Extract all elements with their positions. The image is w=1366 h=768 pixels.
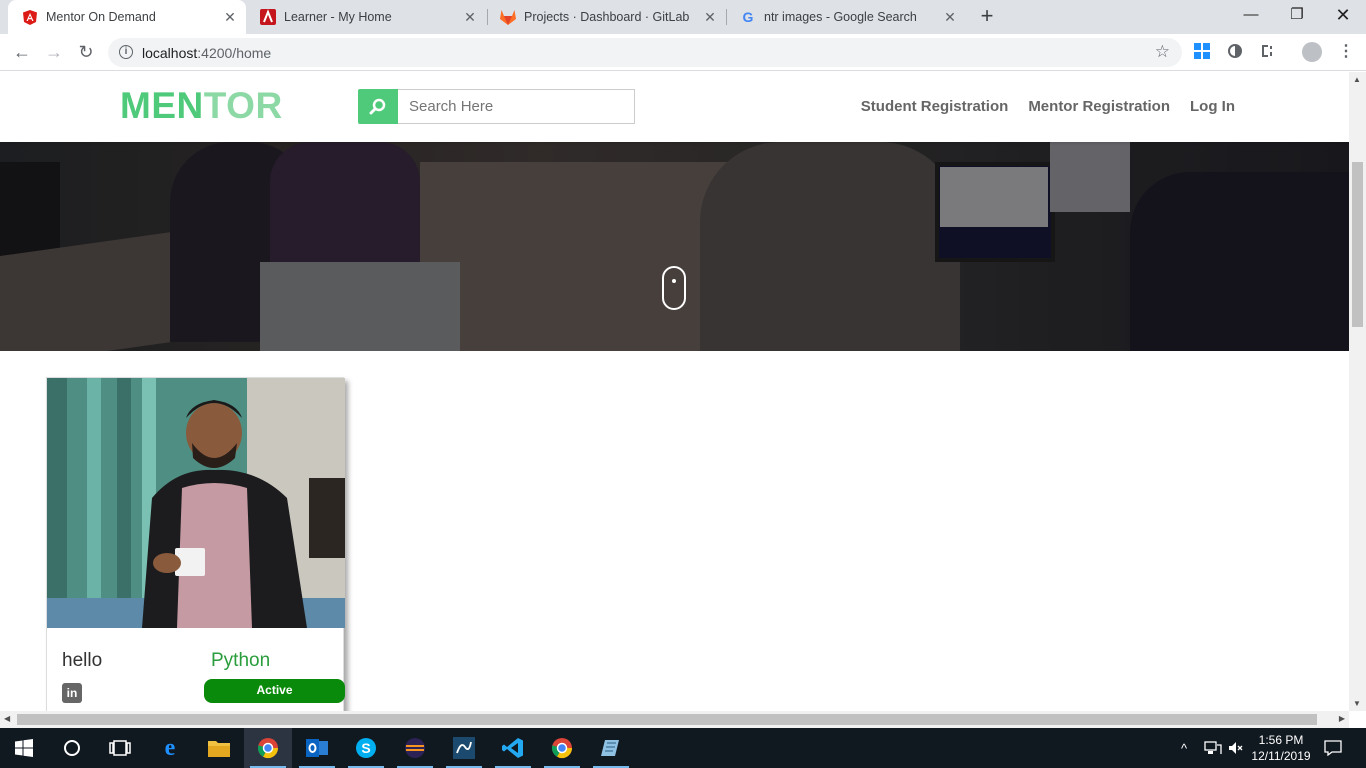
file-explorer-icon[interactable] (195, 728, 243, 768)
google-icon: G (742, 9, 754, 25)
horizontal-scrollbar[interactable]: ◀ ▶ (0, 711, 1349, 728)
notifications-icon[interactable] (1324, 728, 1342, 768)
profile-avatar-icon[interactable] (1302, 42, 1322, 62)
windows-extension-icon[interactable] (1194, 43, 1212, 61)
volume-muted-icon[interactable] (1228, 728, 1244, 768)
bookmark-star-icon[interactable]: ☆ (1155, 42, 1170, 62)
vertical-scrollbar[interactable]: ▲ ▼ (1349, 72, 1366, 711)
acrobat-icon (260, 9, 276, 25)
nav-login[interactable]: Log In (1190, 98, 1235, 115)
mentor-card[interactable]: hello Python in Active (46, 377, 345, 711)
search-icon (369, 98, 386, 114)
nav-mentor-registration[interactable]: Mentor Registration (1028, 98, 1170, 115)
restore-button[interactable]: ❐ (1274, 0, 1320, 30)
tab-gitlab-projects[interactable]: Projects · Dashboard · GitLab ✕ (486, 0, 726, 34)
windows-taskbar: e S ^ 1:56 PM 12/11/2019 (0, 728, 1366, 768)
site-navbar: MENTOR Student Registration Mentor Regis… (0, 72, 1349, 142)
vertical-scroll-thumb[interactable] (1352, 162, 1363, 327)
scroll-down-arrow-icon[interactable]: ▼ (1353, 699, 1361, 708)
extension-cs-icon[interactable] (1259, 43, 1277, 61)
windows-start-icon[interactable] (0, 728, 48, 768)
scroll-left-arrow-icon[interactable]: ◀ (4, 714, 10, 723)
eclipse-icon[interactable] (391, 728, 439, 768)
new-tab-button[interactable]: + (976, 5, 998, 28)
close-tab-icon[interactable]: ✕ (942, 9, 958, 25)
scroll-up-arrow-icon[interactable]: ▲ (1353, 75, 1361, 84)
hero-banner (0, 142, 1349, 351)
cortana-icon[interactable] (48, 728, 96, 768)
taskbar-clock[interactable]: 1:56 PM 12/11/2019 (1246, 732, 1316, 764)
scroll-down-mouse-icon[interactable] (662, 266, 686, 310)
angular-icon (22, 9, 38, 25)
mysql-workbench-icon[interactable] (440, 728, 488, 768)
tab-learner-home[interactable]: Learner - My Home ✕ (246, 0, 486, 34)
url-text[interactable]: localhost:4200/home (142, 45, 271, 61)
tab-title: Mentor On Demand (46, 10, 156, 24)
minimize-button[interactable]: — (1228, 0, 1274, 30)
mentor-name: hello (62, 650, 103, 671)
extension-circle-icon[interactable] (1227, 43, 1245, 61)
status-badge: Active (204, 679, 345, 703)
page-viewport: MENTOR Student Registration Mentor Regis… (0, 72, 1349, 711)
close-window-button[interactable]: ✕ (1320, 0, 1366, 30)
mentor-photo (47, 378, 345, 628)
tab-title: ntr images - Google Search (764, 10, 917, 24)
outlook-icon[interactable] (293, 728, 341, 768)
chrome-icon[interactable] (538, 728, 586, 768)
search-box (358, 89, 635, 124)
notepad-icon[interactable] (587, 728, 635, 768)
back-button[interactable]: ← (10, 40, 34, 64)
clock-date: 12/11/2019 (1251, 749, 1311, 763)
vscode-icon[interactable] (489, 728, 537, 768)
search-button[interactable] (358, 89, 398, 124)
horizontal-scroll-thumb[interactable] (17, 714, 1317, 725)
browser-tab-strip: Mentor On Demand ✕ Learner - My Home ✕ P… (0, 0, 1366, 34)
forward-button[interactable]: → (42, 40, 66, 64)
tab-google-search[interactable]: G ntr images - Google Search ✕ (726, 0, 966, 34)
reload-button[interactable]: ↻ (74, 40, 98, 64)
tab-title: Learner - My Home (284, 10, 392, 24)
gitlab-icon (500, 9, 516, 25)
close-tab-icon[interactable]: ✕ (462, 9, 478, 25)
tab-mentor-on-demand[interactable]: Mentor On Demand ✕ (8, 0, 246, 34)
show-hidden-icons[interactable]: ^ (1181, 728, 1187, 768)
close-tab-icon[interactable]: ✕ (222, 9, 238, 25)
linkedin-icon[interactable]: in (62, 683, 82, 703)
scroll-right-arrow-icon[interactable]: ▶ (1339, 714, 1345, 723)
edge-icon[interactable]: e (146, 728, 194, 768)
info-icon[interactable]: i (119, 45, 133, 59)
task-view-icon[interactable] (96, 728, 144, 768)
address-bar[interactable]: i localhost:4200/home ☆ (108, 38, 1182, 67)
brand-logo[interactable]: MENTOR (120, 85, 283, 127)
search-input[interactable] (398, 89, 635, 124)
clock-time: 1:56 PM (1258, 733, 1304, 747)
nav-student-registration[interactable]: Student Registration (861, 98, 1009, 115)
skype-icon[interactable]: S (342, 728, 390, 768)
hero-overlay (0, 142, 1349, 351)
tab-title: Projects · Dashboard · GitLab (524, 10, 690, 24)
browser-toolbar: ← → ↻ i localhost:4200/home ☆ (0, 34, 1366, 71)
network-icon[interactable] (1204, 728, 1222, 768)
chrome-icon[interactable] (244, 728, 292, 768)
close-tab-icon[interactable]: ✕ (702, 9, 718, 25)
mentor-skill: Python (211, 650, 271, 671)
svg-text:S: S (361, 740, 370, 756)
nav-links: Student Registration Mentor Registration… (861, 98, 1235, 115)
chrome-menu-icon[interactable]: ⋮ (1338, 43, 1356, 61)
